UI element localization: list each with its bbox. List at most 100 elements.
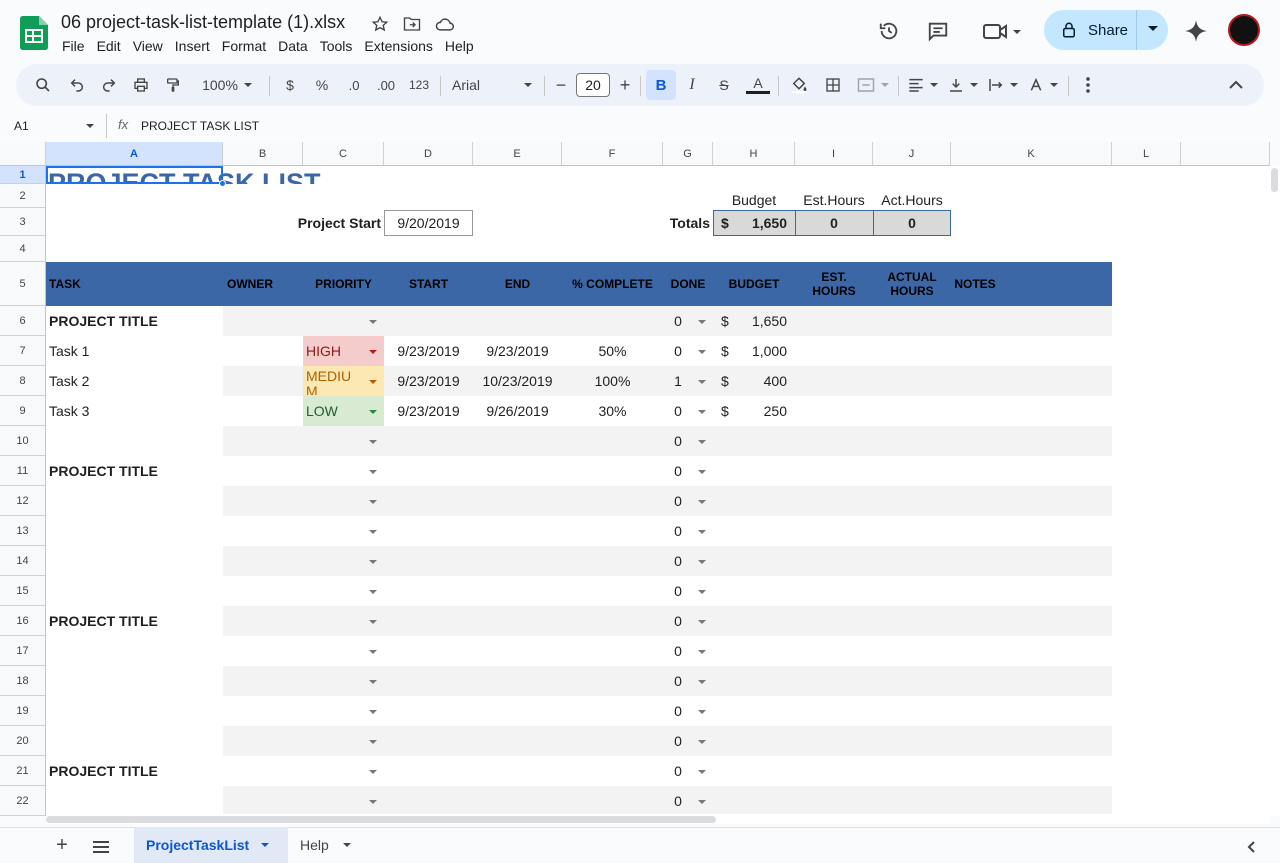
column-header-h[interactable]: H bbox=[713, 142, 795, 166]
menu-view[interactable]: View bbox=[133, 38, 169, 54]
horizontal-scroll-thumb[interactable] bbox=[46, 816, 716, 823]
header-notes[interactable]: NOTES bbox=[951, 262, 999, 306]
done-dropdown-icon[interactable] bbox=[698, 350, 706, 354]
done-dropdown-icon[interactable] bbox=[698, 560, 706, 564]
row-header-18[interactable]: 18 bbox=[0, 666, 46, 696]
priority-dropdown-icon[interactable] bbox=[369, 470, 377, 474]
done-dropdown-icon[interactable] bbox=[698, 410, 706, 414]
done-dropdown-icon[interactable] bbox=[698, 680, 706, 684]
star-icon[interactable] bbox=[370, 14, 390, 34]
budget-label[interactable]: Budget bbox=[713, 190, 795, 210]
move-folder-icon[interactable] bbox=[402, 14, 422, 34]
done-cell[interactable]: 0 bbox=[663, 336, 693, 366]
priority-dropdown-icon[interactable] bbox=[369, 740, 377, 744]
priority-dropdown-icon[interactable] bbox=[369, 380, 377, 384]
percent-complete[interactable]: 50% bbox=[562, 336, 663, 366]
row-header-19[interactable]: 19 bbox=[0, 696, 46, 726]
text-color-button[interactable]: A bbox=[746, 74, 770, 94]
formula-input[interactable]: PROJECT TASK LIST bbox=[141, 119, 259, 133]
done-cell[interactable]: 0 bbox=[663, 516, 693, 546]
column-header-a[interactable]: A bbox=[46, 142, 223, 166]
row-header-15[interactable]: 15 bbox=[0, 576, 46, 606]
row-header-21[interactable]: 21 bbox=[0, 756, 46, 786]
decrease-font-size-icon[interactable]: − bbox=[552, 74, 570, 96]
header-complete[interactable]: % COMPLETE bbox=[562, 262, 663, 306]
start-date[interactable]: 9/23/2019 bbox=[384, 336, 473, 366]
chevron-down-icon[interactable] bbox=[86, 124, 94, 128]
priority-dropdown-icon[interactable] bbox=[369, 650, 377, 654]
all-sheets-icon[interactable] bbox=[93, 840, 109, 858]
done-dropdown-icon[interactable] bbox=[698, 590, 706, 594]
done-cell[interactable]: 0 bbox=[663, 426, 693, 456]
header-actual-hours[interactable]: ACTUAL HOURS bbox=[880, 262, 944, 306]
row-header-6[interactable]: 6 bbox=[0, 306, 46, 336]
done-cell[interactable]: 0 bbox=[663, 786, 693, 816]
row-header-1[interactable]: 1 bbox=[0, 166, 46, 184]
row-header-17[interactable]: 17 bbox=[0, 636, 46, 666]
row-header-11[interactable]: 11 bbox=[0, 456, 46, 486]
done-dropdown-icon[interactable] bbox=[698, 380, 706, 384]
menu-edit[interactable]: Edit bbox=[97, 38, 127, 54]
row-header-16[interactable]: 16 bbox=[0, 606, 46, 636]
text-rotation-icon[interactable] bbox=[1026, 74, 1060, 96]
percent-complete[interactable]: 30% bbox=[562, 396, 663, 426]
merge-cells-icon[interactable] bbox=[854, 74, 892, 96]
decrease-decimal-button[interactable]: .0 bbox=[342, 74, 366, 96]
version-history-icon[interactable] bbox=[876, 18, 902, 44]
budget-cell[interactable]: 250 bbox=[735, 396, 787, 426]
done-cell[interactable]: 0 bbox=[663, 666, 693, 696]
done-dropdown-icon[interactable] bbox=[698, 800, 706, 804]
done-dropdown-icon[interactable] bbox=[698, 770, 706, 774]
sheet-tab-help[interactable]: Help bbox=[300, 827, 351, 863]
priority-dropdown-icon[interactable] bbox=[369, 800, 377, 804]
text-wrapping-icon[interactable] bbox=[986, 74, 1020, 96]
paint-format-icon[interactable] bbox=[162, 74, 184, 96]
done-cell[interactable]: 0 bbox=[663, 756, 693, 786]
menu-help[interactable]: Help bbox=[445, 38, 480, 54]
add-sheet-icon[interactable]: + bbox=[54, 834, 70, 856]
column-header-k[interactable]: K bbox=[951, 142, 1112, 166]
priority-dropdown-icon[interactable] bbox=[369, 770, 377, 774]
header-end[interactable]: END bbox=[473, 262, 562, 306]
priority-dropdown-icon[interactable] bbox=[369, 620, 377, 624]
header-owner[interactable]: OWNER bbox=[223, 262, 277, 306]
row-header-9[interactable]: 9 bbox=[0, 396, 46, 426]
format-percent-button[interactable]: % bbox=[312, 74, 332, 96]
budget-cell[interactable]: 1,000 bbox=[735, 336, 787, 366]
bold-button[interactable]: B bbox=[646, 70, 676, 100]
row-header-14[interactable]: 14 bbox=[0, 546, 46, 576]
row-header-3[interactable]: 3 bbox=[0, 208, 46, 236]
done-cell[interactable]: 0 bbox=[663, 726, 693, 756]
column-header-g[interactable]: G bbox=[663, 142, 713, 166]
priority-dropdown-icon[interactable] bbox=[369, 680, 377, 684]
vertical-scrollbar[interactable] bbox=[1270, 166, 1280, 816]
project-start-label[interactable]: Project Start bbox=[223, 210, 381, 236]
priority-dropdown-icon[interactable] bbox=[369, 530, 377, 534]
done-cell[interactable]: 0 bbox=[663, 696, 693, 726]
menu-data[interactable]: Data bbox=[278, 38, 314, 54]
priority-value[interactable]: MEDIU M bbox=[306, 369, 358, 395]
project-title-cell[interactable]: PROJECT TITLE bbox=[49, 756, 221, 786]
priority-dropdown-icon[interactable] bbox=[369, 590, 377, 594]
done-cell[interactable]: 0 bbox=[663, 546, 693, 576]
borders-icon[interactable] bbox=[822, 74, 844, 96]
header-priority[interactable]: PRIORITY bbox=[303, 262, 384, 306]
fill-color-icon[interactable] bbox=[788, 74, 810, 96]
chevron-left-icon[interactable] bbox=[1247, 840, 1255, 858]
done-cell[interactable]: 1 bbox=[663, 366, 693, 396]
header-done[interactable]: DONE bbox=[663, 262, 713, 306]
header-task[interactable]: TASK bbox=[49, 262, 109, 306]
est-hours-label[interactable]: Est.Hours bbox=[795, 190, 873, 210]
row-header-5[interactable]: 5 bbox=[0, 262, 46, 306]
priority-dropdown-icon[interactable] bbox=[369, 560, 377, 564]
font-select[interactable]: Arial bbox=[452, 74, 532, 96]
italic-button[interactable]: I bbox=[682, 74, 702, 96]
horizontal-align-icon[interactable] bbox=[906, 74, 940, 96]
totals-act-hours[interactable]: 0 bbox=[873, 210, 951, 236]
done-dropdown-icon[interactable] bbox=[698, 500, 706, 504]
done-cell[interactable]: 0 bbox=[663, 486, 693, 516]
done-cell[interactable]: 0 bbox=[663, 576, 693, 606]
start-date[interactable]: 9/23/2019 bbox=[384, 366, 473, 396]
done-dropdown-icon[interactable] bbox=[698, 470, 706, 474]
menu-insert[interactable]: Insert bbox=[175, 38, 216, 54]
